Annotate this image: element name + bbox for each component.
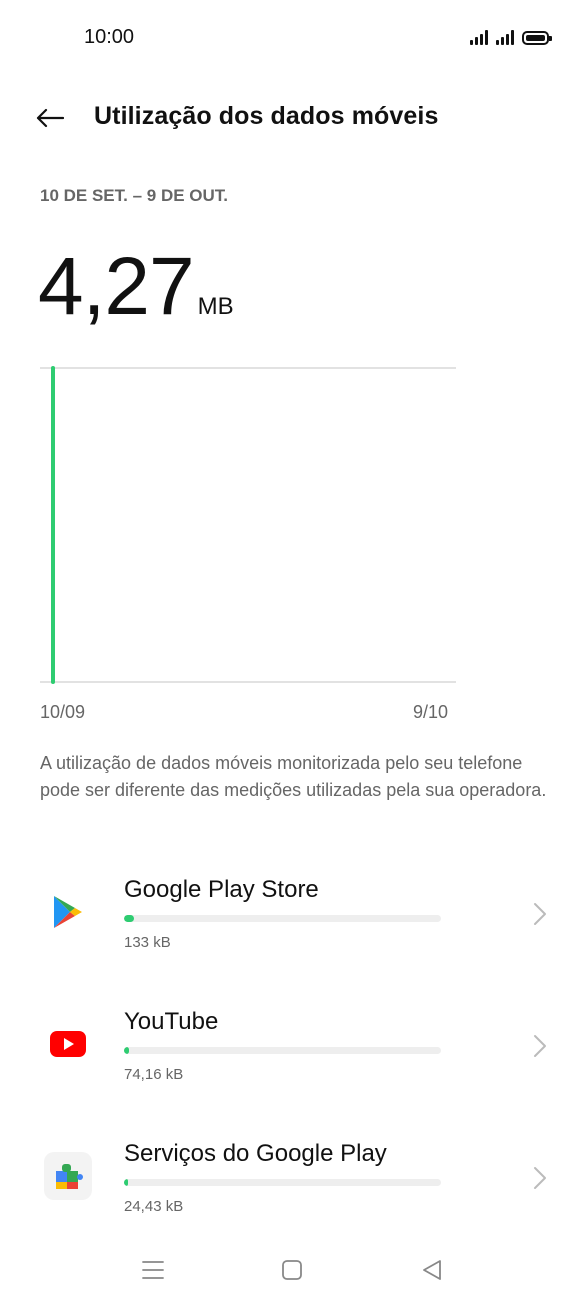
youtube-icon <box>44 1020 92 1068</box>
signal-icon <box>470 29 488 45</box>
system-nav-bar <box>0 1236 585 1300</box>
arrow-left-icon <box>36 108 64 128</box>
usage-chart-svg <box>40 366 456 684</box>
total-usage-unit: MB <box>197 293 234 320</box>
chart-x-label-start: 10/09 <box>40 702 86 722</box>
usage-notice: A utilização de dados móveis monitorizad… <box>40 753 547 800</box>
app-name: Google Play Store <box>124 876 319 903</box>
total-usage: 4,27 MB <box>38 246 234 328</box>
usage-chart <box>40 360 456 690</box>
app-name: YouTube <box>124 1008 219 1035</box>
app-usage-bar-fill <box>124 1179 128 1186</box>
google-play-store-icon <box>44 888 92 936</box>
app-usage-bar <box>124 915 441 922</box>
status-icons <box>470 29 552 45</box>
app-row-youtube[interactable]: YouTube 74,16 kB <box>0 992 585 1102</box>
status-bar: 10:00 <box>0 0 585 74</box>
app-row-google-play-store[interactable]: Google Play Store 133 kB <box>0 860 585 970</box>
app-row-google-play-services[interactable]: Serviços do Google Play 24,43 kB <box>0 1124 585 1234</box>
signal-icon <box>496 29 514 45</box>
total-usage-value: 4,27 <box>38 241 195 332</box>
chevron-right-icon <box>534 903 546 925</box>
battery-icon <box>522 31 552 45</box>
home-button[interactable] <box>272 1254 312 1286</box>
app-usage-bar <box>124 1047 441 1054</box>
status-time: 10:00 <box>84 26 135 48</box>
chart-x-label-end: 9/10 <box>413 702 449 722</box>
page-title: Utilização dos dados móveis <box>94 102 439 130</box>
app-name: Serviços do Google Play <box>124 1140 387 1167</box>
google-play-services-icon <box>44 1152 92 1200</box>
home-icon <box>282 1260 302 1280</box>
app-usage-bar <box>124 1179 441 1186</box>
back-button[interactable] <box>30 100 70 136</box>
header: Utilização dos dados móveis <box>0 90 585 146</box>
app-data-size: 133 kB <box>124 934 171 951</box>
system-back-button[interactable] <box>412 1254 452 1286</box>
back-triangle-icon <box>423 1260 441 1280</box>
recent-apps-button[interactable] <box>133 1254 173 1286</box>
screen: 10:00 Utilização dos dados móveis 10 DE … <box>0 0 585 1300</box>
chevron-right-icon <box>534 1167 546 1189</box>
app-data-size: 24,43 kB <box>124 1198 184 1215</box>
app-data-size: 74,16 kB <box>124 1066 184 1083</box>
chevron-right-icon <box>534 1035 546 1057</box>
app-usage-bar-fill <box>124 1047 130 1054</box>
billing-period: 10 DE SET. – 9 DE OUT. <box>40 186 229 205</box>
app-usage-bar-fill <box>124 915 134 922</box>
menu-icon <box>142 1261 164 1279</box>
